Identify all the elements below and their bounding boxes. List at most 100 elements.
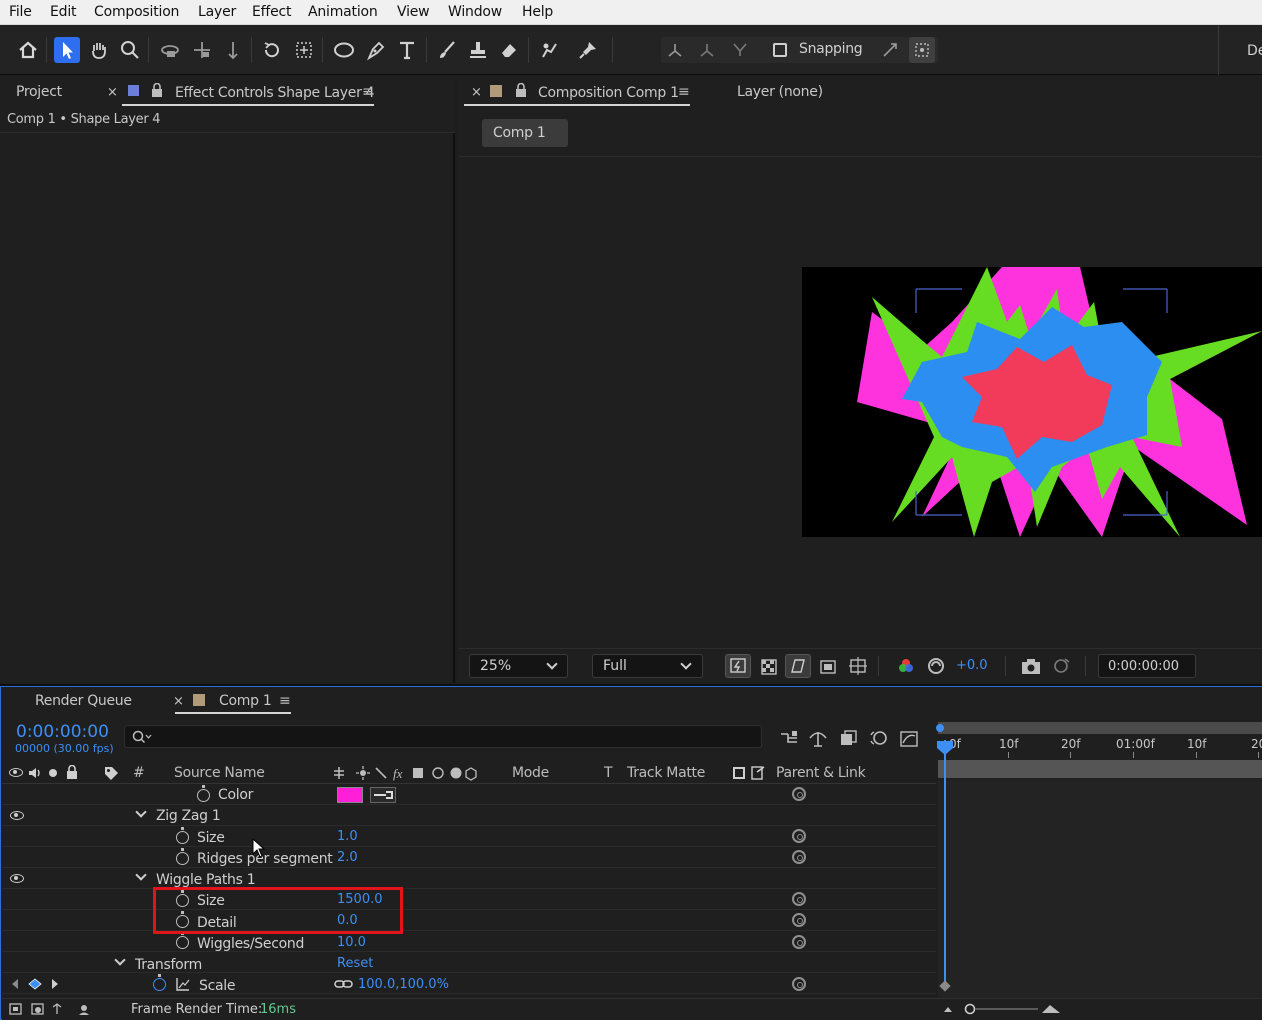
- menu-view[interactable]: View: [397, 4, 430, 20]
- timeline-timecode[interactable]: 0:00:00:00: [16, 722, 109, 742]
- header-mode[interactable]: Mode: [512, 765, 549, 781]
- camera-snapshot-icon[interactable]: [1020, 656, 1042, 676]
- stopwatch-icon-active[interactable]: [153, 974, 166, 991]
- property-row-detail[interactable]: Detail 0.0: [2, 910, 936, 931]
- header-track-matte[interactable]: Track Matte: [627, 765, 705, 781]
- lock-icon[interactable]: [66, 765, 78, 779]
- pickwhip-icon[interactable]: [792, 913, 806, 927]
- chevron-down-icon[interactable]: [135, 869, 147, 881]
- parent-link-icon[interactable]: [750, 765, 766, 781]
- pen-tool-icon[interactable]: [363, 37, 389, 63]
- lock-icon[interactable]: [515, 83, 527, 97]
- timeline-zoom-slider[interactable]: [942, 1003, 1062, 1015]
- pickwhip-icon[interactable]: [792, 787, 806, 801]
- selection-tool-icon[interactable]: [54, 37, 80, 63]
- stopwatch-icon[interactable]: [176, 827, 189, 844]
- track-matte-toggle-icon[interactable]: [733, 767, 745, 779]
- pickwhip-icon[interactable]: [792, 935, 806, 949]
- composition-viewer[interactable]: [802, 267, 1262, 537]
- mask-visibility-icon[interactable]: [785, 654, 811, 678]
- tab-effect-controls[interactable]: Effect Controls Shape Layer 4: [175, 85, 375, 101]
- tab-layer[interactable]: Layer (none): [737, 84, 823, 100]
- transparency-grid-icon[interactable]: [759, 657, 779, 677]
- property-value[interactable]: 1.0: [337, 829, 358, 844]
- world-axis-icon[interactable]: [694, 37, 720, 63]
- motion-blur-icon[interactable]: [868, 728, 890, 748]
- effect-visibility-icon[interactable]: [10, 811, 24, 820]
- tab-project[interactable]: Project: [16, 84, 62, 100]
- resolution-dropdown[interactable]: Full: [592, 654, 703, 678]
- snap-edges-icon[interactable]: [877, 37, 903, 63]
- region-of-interest-icon[interactable]: [818, 657, 838, 677]
- property-row-color[interactable]: Color: [2, 784, 936, 805]
- lock-icon[interactable]: [151, 83, 163, 97]
- color-channels-icon[interactable]: [896, 656, 916, 676]
- workspace-label[interactable]: De: [1247, 43, 1262, 59]
- menu-file[interactable]: File: [9, 4, 32, 20]
- property-row-wiggles-second[interactable]: Wiggles/Second 10.0: [2, 931, 936, 952]
- current-time-field[interactable]: 0:00:00:00: [1098, 654, 1196, 678]
- pickwhip-icon[interactable]: [792, 892, 806, 906]
- reset-link[interactable]: Reset: [337, 956, 373, 971]
- zoom-dropdown[interactable]: 25%: [469, 654, 568, 678]
- work-area-bar[interactable]: [938, 722, 1262, 734]
- menu-edit[interactable]: Edit: [50, 4, 77, 20]
- keyframe-navigator[interactable]: [10, 978, 62, 990]
- comp-flow-chip[interactable]: Comp 1: [482, 119, 568, 147]
- menu-help[interactable]: Help: [522, 4, 553, 20]
- close-icon[interactable]: ×: [173, 694, 184, 709]
- zoom-tool-icon[interactable]: [117, 37, 143, 63]
- ellipse-tool-icon[interactable]: [331, 37, 357, 63]
- clone-stamp-icon[interactable]: [465, 37, 491, 63]
- chevron-down-icon[interactable]: [114, 954, 126, 966]
- pickwhip-icon[interactable]: [792, 829, 806, 843]
- graph-icon[interactable]: [176, 978, 190, 991]
- tab-comp-1[interactable]: Comp 1: [219, 693, 272, 709]
- menu-layer[interactable]: Layer: [198, 4, 236, 20]
- menu-animation[interactable]: Animation: [308, 4, 378, 20]
- stopwatch-icon[interactable]: [176, 848, 189, 865]
- time-navigator[interactable]: [938, 760, 1262, 778]
- property-group-transform[interactable]: Transform Reset: [2, 952, 936, 973]
- property-row-scale[interactable]: Scale 100.0,100.0%: [2, 973, 936, 994]
- video-toggle-icon[interactable]: [9, 768, 23, 777]
- eyedropper-icon[interactable]: [370, 787, 396, 803]
- hand-tool-icon[interactable]: [86, 37, 112, 63]
- header-parent-link[interactable]: Parent & Link: [776, 765, 866, 781]
- track-area[interactable]: [938, 780, 1262, 998]
- show-snapshot-icon[interactable]: [1050, 656, 1072, 676]
- close-icon[interactable]: ×: [107, 85, 118, 100]
- audio-icon[interactable]: [27, 766, 43, 780]
- label-tag-icon[interactable]: [103, 765, 119, 781]
- playhead-handle[interactable]: [936, 740, 954, 756]
- pan-camera-icon[interactable]: [189, 37, 215, 63]
- guides-icon[interactable]: [848, 656, 868, 676]
- panel-menu-icon[interactable]: ≡: [362, 84, 374, 100]
- menu-effect[interactable]: Effect: [252, 4, 292, 20]
- header-source-name[interactable]: Source Name: [174, 765, 265, 781]
- rotation-tool-icon[interactable]: [259, 37, 285, 63]
- eraser-tool-icon[interactable]: [496, 37, 522, 63]
- solo-icon[interactable]: [49, 769, 57, 777]
- panel-menu-icon[interactable]: ≡: [678, 84, 690, 100]
- stopwatch-icon[interactable]: [197, 785, 210, 802]
- playhead[interactable]: [944, 740, 946, 990]
- snapping-checkbox[interactable]: [773, 43, 787, 57]
- local-axis-icon[interactable]: [662, 37, 688, 63]
- draft-3d-icon[interactable]: [807, 728, 829, 748]
- panel-menu-icon[interactable]: ≡: [279, 693, 291, 709]
- effect-visibility-icon[interactable]: [10, 874, 24, 883]
- property-value[interactable]: 2.0: [337, 850, 358, 865]
- pan-behind-icon[interactable]: [291, 37, 317, 63]
- snap-features-icon[interactable]: [909, 37, 935, 63]
- property-group-zig-zag[interactable]: Zig Zag 1: [2, 805, 936, 826]
- frame-blending-icon[interactable]: [838, 728, 860, 748]
- close-icon[interactable]: ×: [471, 85, 482, 100]
- type-tool-icon[interactable]: [394, 37, 420, 63]
- brush-tool-icon[interactable]: [434, 37, 460, 63]
- property-value[interactable]: 100.0,100.0%: [358, 977, 449, 992]
- pickwhip-icon[interactable]: [792, 850, 806, 864]
- search-input[interactable]: [124, 725, 762, 748]
- home-icon[interactable]: [15, 37, 41, 63]
- orbit-camera-icon[interactable]: [157, 37, 183, 63]
